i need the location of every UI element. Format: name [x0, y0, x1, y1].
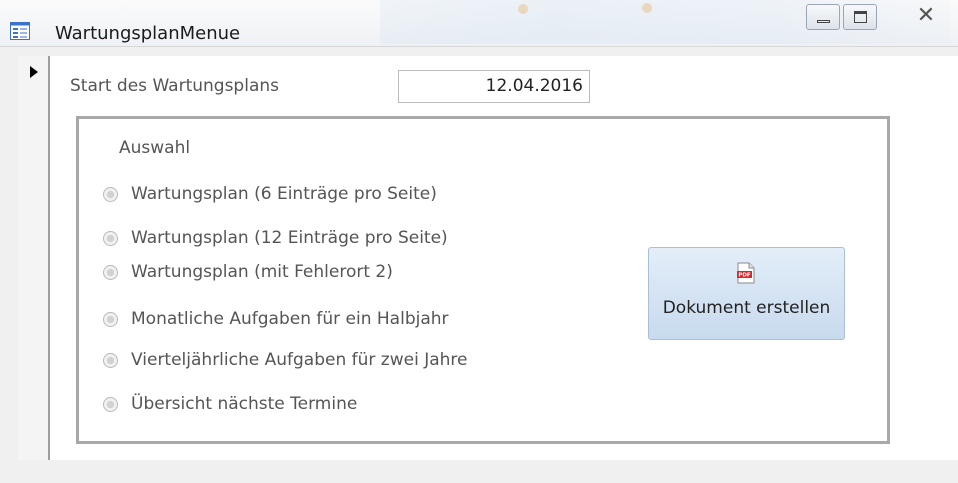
option-label: Wartungsplan (12 Einträge pro Seite) [131, 228, 448, 248]
create-document-label: Dokument erstellen [662, 298, 831, 318]
window-title: WartungsplanMenue [55, 23, 241, 44]
record-selector[interactable] [18, 56, 50, 460]
option-wartungsplan-6[interactable]: Wartungsplan (6 Einträge pro Seite) [103, 181, 437, 207]
current-record-arrow-icon [30, 66, 38, 78]
start-date-field[interactable]: 12.04.2016 [398, 70, 590, 103]
option-label: Wartungsplan (6 Einträge pro Seite) [131, 184, 437, 204]
close-icon: ✕ [916, 3, 936, 28]
option-monatliche-aufgaben[interactable]: Monatliche Aufgaben für ein Halbjahr [103, 306, 449, 332]
start-date-label: Start des Wartungsplans [70, 76, 279, 96]
option-label: Wartungsplan (mit Fehlerort 2) [131, 262, 393, 282]
option-label: Vierteljährliche Aufgaben für zwei Jahre [131, 350, 468, 370]
ribbon-ghost-icon [518, 4, 528, 14]
option-vierteljaehrliche-aufgaben[interactable]: Vierteljährliche Aufgaben für zwei Jahre [103, 347, 467, 373]
option-wartungsplan-12[interactable]: Wartungsplan (12 Einträge pro Seite) [103, 225, 448, 251]
ribbon-ghost-icon [642, 3, 652, 13]
radio-button[interactable] [103, 396, 118, 412]
radio-button[interactable] [103, 352, 118, 368]
option-wartungsplan-fehlerort[interactable]: Wartungsplan (mit Fehlerort 2) [103, 259, 393, 285]
option-group-label: Auswahl [119, 138, 191, 158]
title-bar: WartungsplanMenue ✕ [0, 0, 958, 47]
close-button[interactable]: ✕ [904, 2, 948, 30]
pdf-icon: PDF [737, 262, 755, 284]
maximize-button[interactable] [843, 4, 877, 30]
radio-button[interactable] [103, 264, 118, 280]
option-label: Übersicht nächste Termine [131, 394, 358, 414]
create-document-button[interactable]: PDF Dokument erstellen [648, 247, 845, 340]
svg-text:PDF: PDF [738, 273, 751, 279]
radio-button[interactable] [103, 186, 118, 202]
form-footer-area [0, 460, 958, 483]
option-uebersicht-termine[interactable]: Übersicht nächste Termine [103, 391, 357, 417]
radio-button[interactable] [103, 311, 118, 327]
minimize-button[interactable] [806, 4, 840, 30]
radio-button[interactable] [103, 230, 118, 246]
option-label: Monatliche Aufgaben für ein Halbjahr [131, 309, 449, 329]
form-icon [10, 22, 30, 40]
